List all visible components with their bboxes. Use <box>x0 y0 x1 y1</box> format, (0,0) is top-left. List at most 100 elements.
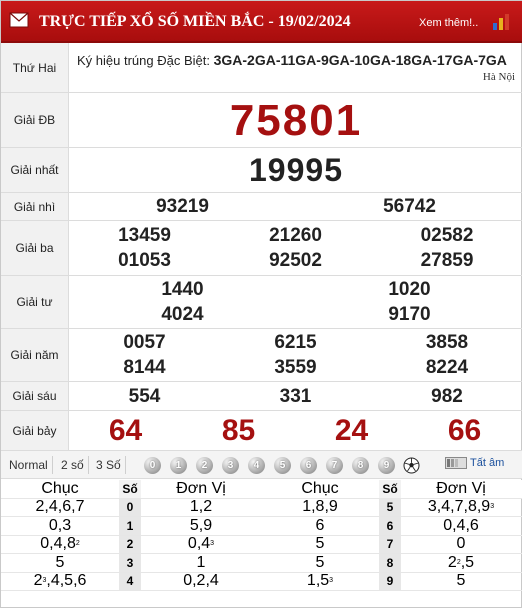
digit-ball-3[interactable]: 3 <box>222 457 239 474</box>
loading-icon <box>445 457 467 469</box>
stats-row: 0,4,8 2 2 0,4 3 5 7 0 <box>1 535 522 554</box>
header-bar: TRỰC TIẾP XỔ SỐ MIỀN BẮC - 19/02/2024 Xe… <box>1 1 522 43</box>
header-digit: Số <box>379 480 401 498</box>
prize-number: 24 <box>334 414 369 447</box>
codes-label: Ký hiệu trúng Đặc Biệt: <box>77 53 210 68</box>
digit-value: 1 <box>126 518 134 533</box>
three-digit-button[interactable]: 3 Số <box>92 456 126 474</box>
two-digit-button[interactable]: 2 số <box>57 456 89 474</box>
units-value: 5,9 <box>189 516 213 534</box>
stats-header-row: Chục Số Đơn Vị Chục Số Đơn Vị <box>1 480 522 499</box>
header-tens: Chục <box>301 479 339 497</box>
prize-number: 66 <box>447 414 482 447</box>
header-units: Đơn Vị <box>436 479 486 497</box>
region-label: Hà Nội <box>482 71 515 83</box>
units-value: 0,2,4 <box>183 572 219 590</box>
digit-ball-5[interactable]: 5 <box>274 457 291 474</box>
tens-value: 5 <box>315 535 325 553</box>
codes-value: 3GA-2GA-11GA-9GA-10GA-18GA-17GA-7GA <box>213 52 507 68</box>
prize-label: Giải nhất <box>1 148 69 192</box>
digit-value: 6 <box>386 518 394 533</box>
prize-number: 27859 <box>420 250 474 271</box>
digit-ball-8[interactable]: 8 <box>352 457 369 474</box>
tens-value: 6 <box>315 516 325 534</box>
prize-label: Giải năm <box>1 329 69 381</box>
units-value: 0,4,6 <box>443 516 479 534</box>
tens-value: 2 <box>33 572 43 590</box>
digit-value: 5 <box>386 500 394 515</box>
prize-number: 56742 <box>383 196 436 217</box>
info-row: Thứ Hai Ký hiệu trúng Đặc Biệt: 3GA-2GA-… <box>1 43 522 93</box>
more-link[interactable]: Xem thêm!.. <box>419 17 478 29</box>
digit-ball-2[interactable]: 2 <box>196 457 213 474</box>
tens-value: 1,8,9 <box>302 498 338 516</box>
header-digit: Số <box>119 480 141 498</box>
digit-value: 9 <box>386 574 394 589</box>
units-value: 5 <box>456 572 466 590</box>
stats-row: 2,4,6,7 0 1,2 1,8,9 5 3,4,7,8,9 3 <box>1 498 522 517</box>
prize-number: 13459 <box>118 225 171 246</box>
prize-number: 4024 <box>161 304 204 325</box>
digit-ball-9[interactable]: 9 <box>378 457 395 474</box>
prize-number: 75801 <box>229 95 363 145</box>
prize-number: 9170 <box>388 304 431 325</box>
digit-value: 3 <box>126 555 134 570</box>
digit-value: 0 <box>126 500 134 515</box>
digit-ball-0[interactable]: 0 <box>144 457 161 474</box>
stats-row: 0,3 1 5,9 6 6 0,4,6 <box>1 517 522 536</box>
units-value-tail: ,5 <box>460 553 475 571</box>
tens-value: 0,3 <box>48 516 72 534</box>
prize-number: 02582 <box>420 225 474 246</box>
tens-value: 5 <box>55 553 65 571</box>
digit-value: 2 <box>126 537 134 552</box>
units-value: 3,4,7,8,9 <box>427 498 491 516</box>
units-value: 0 <box>456 535 466 553</box>
prize-number: 1440 <box>161 279 204 300</box>
prize-row-third: Giải ba 13459 01053 21260 92502 02582 27… <box>1 221 522 276</box>
normal-button[interactable]: Normal <box>5 456 53 474</box>
prize-row-sixth: Giải sáu 554 331 982 <box>1 382 522 411</box>
prize-number: 92502 <box>269 250 322 271</box>
prize-number: 3858 <box>425 332 469 353</box>
digit-ball-6[interactable]: 6 <box>300 457 317 474</box>
prize-number: 21260 <box>269 225 322 246</box>
prize-row-first: Giải nhất 19995 <box>1 148 522 193</box>
units-value: 1,2 <box>189 498 213 516</box>
prize-label: Giải sáu <box>1 382 69 410</box>
header-units: Đơn Vị <box>176 479 226 497</box>
digit-ball-7[interactable]: 7 <box>326 457 343 474</box>
page-title: TRỰC TIẾP XỔ SỐ MIỀN BẮC - 19/02/2024 <box>39 13 351 30</box>
digit-ball-1[interactable]: 1 <box>170 457 187 474</box>
prize-number: 64 <box>108 414 143 447</box>
tens-value: 0,4,8 <box>40 535 76 553</box>
prize-label: Giải ĐB <box>1 93 69 147</box>
digit-value: 4 <box>126 574 134 589</box>
all-label: Tất âm <box>470 457 505 469</box>
prize-number: 6215 <box>274 332 317 353</box>
digit-value: 8 <box>386 555 394 570</box>
units-value: 1 <box>196 553 206 571</box>
prize-number: 85 <box>221 414 256 447</box>
tens-value: 1,5 <box>306 572 330 590</box>
stats-row: 5 3 1 5 8 2 2,5 <box>1 554 522 573</box>
prize-label: Giải bảy <box>1 411 69 450</box>
units-value: 0,4 <box>187 535 211 553</box>
prize-label: Giải nhì <box>1 193 69 220</box>
prize-row-fifth: Giải năm 0057 8144 6215 3559 3858 8224 <box>1 329 522 382</box>
prize-label: Giải tư <box>1 276 69 328</box>
results-panel: TRỰC TIẾP XỔ SỐ MIỀN BẮC - 19/02/2024 Xe… <box>0 0 522 608</box>
prize-label: Giải ba <box>1 221 69 275</box>
bar-chart-icon[interactable] <box>491 13 515 31</box>
all-toggle[interactable]: Tất âm <box>445 457 504 469</box>
special-codes: Ký hiệu trúng Đặc Biệt: 3GA-2GA-11GA-9GA… <box>77 51 517 70</box>
prize-number: 1020 <box>388 279 431 300</box>
prize-number: 8224 <box>425 357 469 378</box>
digit-ball-4[interactable]: 4 <box>248 457 265 474</box>
prize-number: 19995 <box>249 151 343 188</box>
tens-value: 5 <box>315 553 325 571</box>
prize-number: 8144 <box>123 357 166 378</box>
prize-row-fourth: Giải tư 1440 4024 1020 9170 <box>1 276 522 329</box>
prize-number: 331 <box>279 385 312 407</box>
soccer-ball-icon[interactable] <box>403 457 420 474</box>
prize-number: 93219 <box>156 196 209 217</box>
